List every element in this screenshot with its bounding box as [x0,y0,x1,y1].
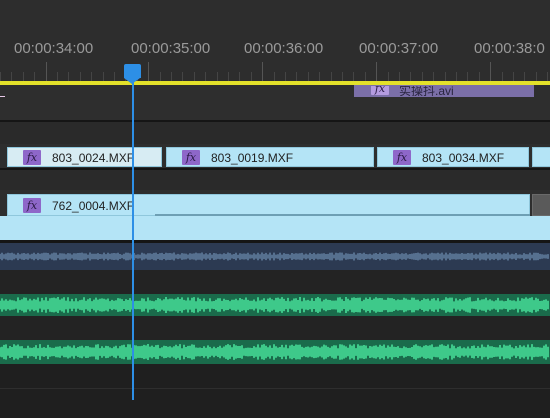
fx-badge-icon: fx [371,86,389,95]
track-gap [0,170,550,190]
video-clip[interactable]: fx 实操抖.avi [354,85,534,97]
timeline-ruler[interactable]: 00:00:34:00 00:00:35:00 00:00:36:00 00:0… [0,0,550,82]
video-clip[interactable]: fx 803_0034.MXF [377,147,529,167]
audio-track-2[interactable] [0,294,550,316]
playhead-handle[interactable] [124,64,141,78]
clip-name: 803_0019.MXF [211,151,294,165]
track-gap [0,122,550,144]
video-clip[interactable]: fx 803_0019.MXF [166,147,374,167]
video-track-3-lower[interactable] [0,97,550,120]
clip-name: 实操抖.avi [399,85,454,97]
timecode-label: 00:00:34:00 [14,40,94,57]
empty-track-area [0,364,550,418]
timecode-label: 00:00:37:00 [359,40,439,57]
clip-name: 762_0004.MXF [52,199,135,213]
video-clip[interactable] [532,194,550,216]
timecode-label: 00:00:36:00 [244,40,324,57]
audio-track-1[interactable] [0,243,550,270]
fx-badge-icon: fx [23,198,41,213]
track-divider [0,388,550,389]
audio-waveform [0,297,549,313]
timecode-label: 00:00:35:00 [131,40,211,57]
playhead-tip-icon[interactable] [124,78,140,84]
audio-waveform [0,344,549,360]
fx-badge-icon: fx [182,150,200,165]
clip-name: 803_0034.MXF [422,151,505,165]
video-clip[interactable] [532,147,550,167]
track-gap [0,316,550,340]
timecode-label: 00:00:38:0 [474,40,545,57]
fx-badge-icon: fx [393,150,411,165]
video-clip[interactable]: fx 803_0024.MXF [7,147,162,167]
track-gap [0,270,550,294]
audio-track-3[interactable] [0,340,550,364]
audio-waveform [0,252,549,261]
video-clip[interactable]: fx 762_0004.MXF [7,194,530,216]
playhead-line[interactable] [132,70,134,400]
fx-badge-icon: fx [23,150,41,165]
clip-name: 803_0024.MXF [52,151,135,165]
video-clip-body[interactable] [0,216,550,240]
